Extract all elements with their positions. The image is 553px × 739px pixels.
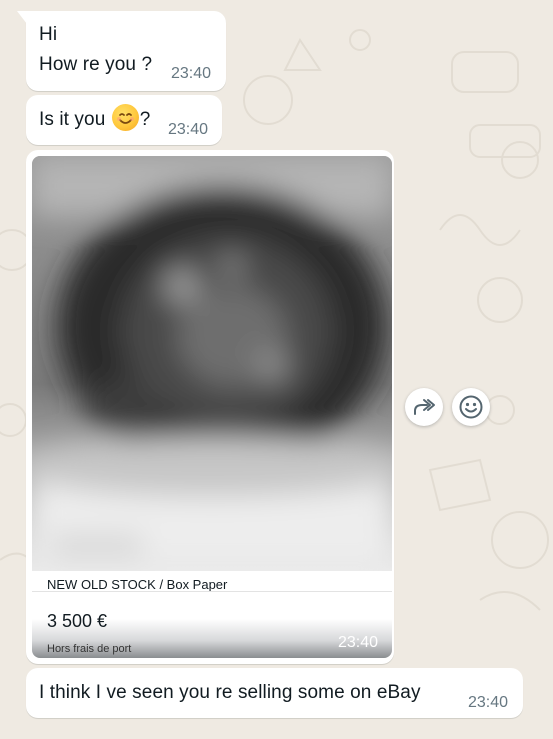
emoji-react-icon [459, 395, 483, 419]
message-timestamp: 23:40 [168, 121, 209, 138]
price-text: 3 500 € [47, 611, 108, 631]
forward-icon [414, 399, 435, 415]
message-bubble-image[interactable]: NEW OLD STOCK / Box Paper 3 500 € Hors f… [26, 150, 394, 664]
message-text-part: Is it you [39, 109, 106, 130]
blurred-photo-graphic [32, 156, 392, 571]
shipping-note: Hors frais de port [47, 643, 132, 655]
message-text: I think I ve seen you re selling some on… [39, 682, 421, 703]
link-preview-caption: NEW OLD STOCK / Box Paper [47, 577, 228, 592]
message-text-line: Hi [39, 24, 58, 45]
react-button[interactable] [452, 388, 490, 426]
message-timestamp: 23:40 [468, 694, 509, 711]
message-timestamp: 23:40 [338, 634, 379, 651]
message-bubble-1[interactable]: Hi How re you ? 23:40 [17, 11, 226, 91]
message-text: Is it you ? [39, 104, 150, 135]
message-timestamp: 23:40 [171, 65, 212, 82]
message-text-line: How re you ? [39, 54, 153, 75]
divider [32, 591, 392, 592]
smiling-face-emoji-icon [111, 104, 139, 131]
message-text-part: ? [139, 109, 151, 130]
bubble-tail-icon [17, 11, 27, 24]
link-preview-card[interactable]: NEW OLD STOCK / Box Paper 3 500 € Hors f… [32, 571, 392, 658]
message-bubble-4[interactable]: I think I ve seen you re selling some on… [26, 668, 523, 718]
product-image[interactable] [32, 156, 392, 571]
message-bubble-2[interactable]: Is it you ? 23:40 [26, 95, 222, 145]
forward-button[interactable] [405, 388, 443, 426]
